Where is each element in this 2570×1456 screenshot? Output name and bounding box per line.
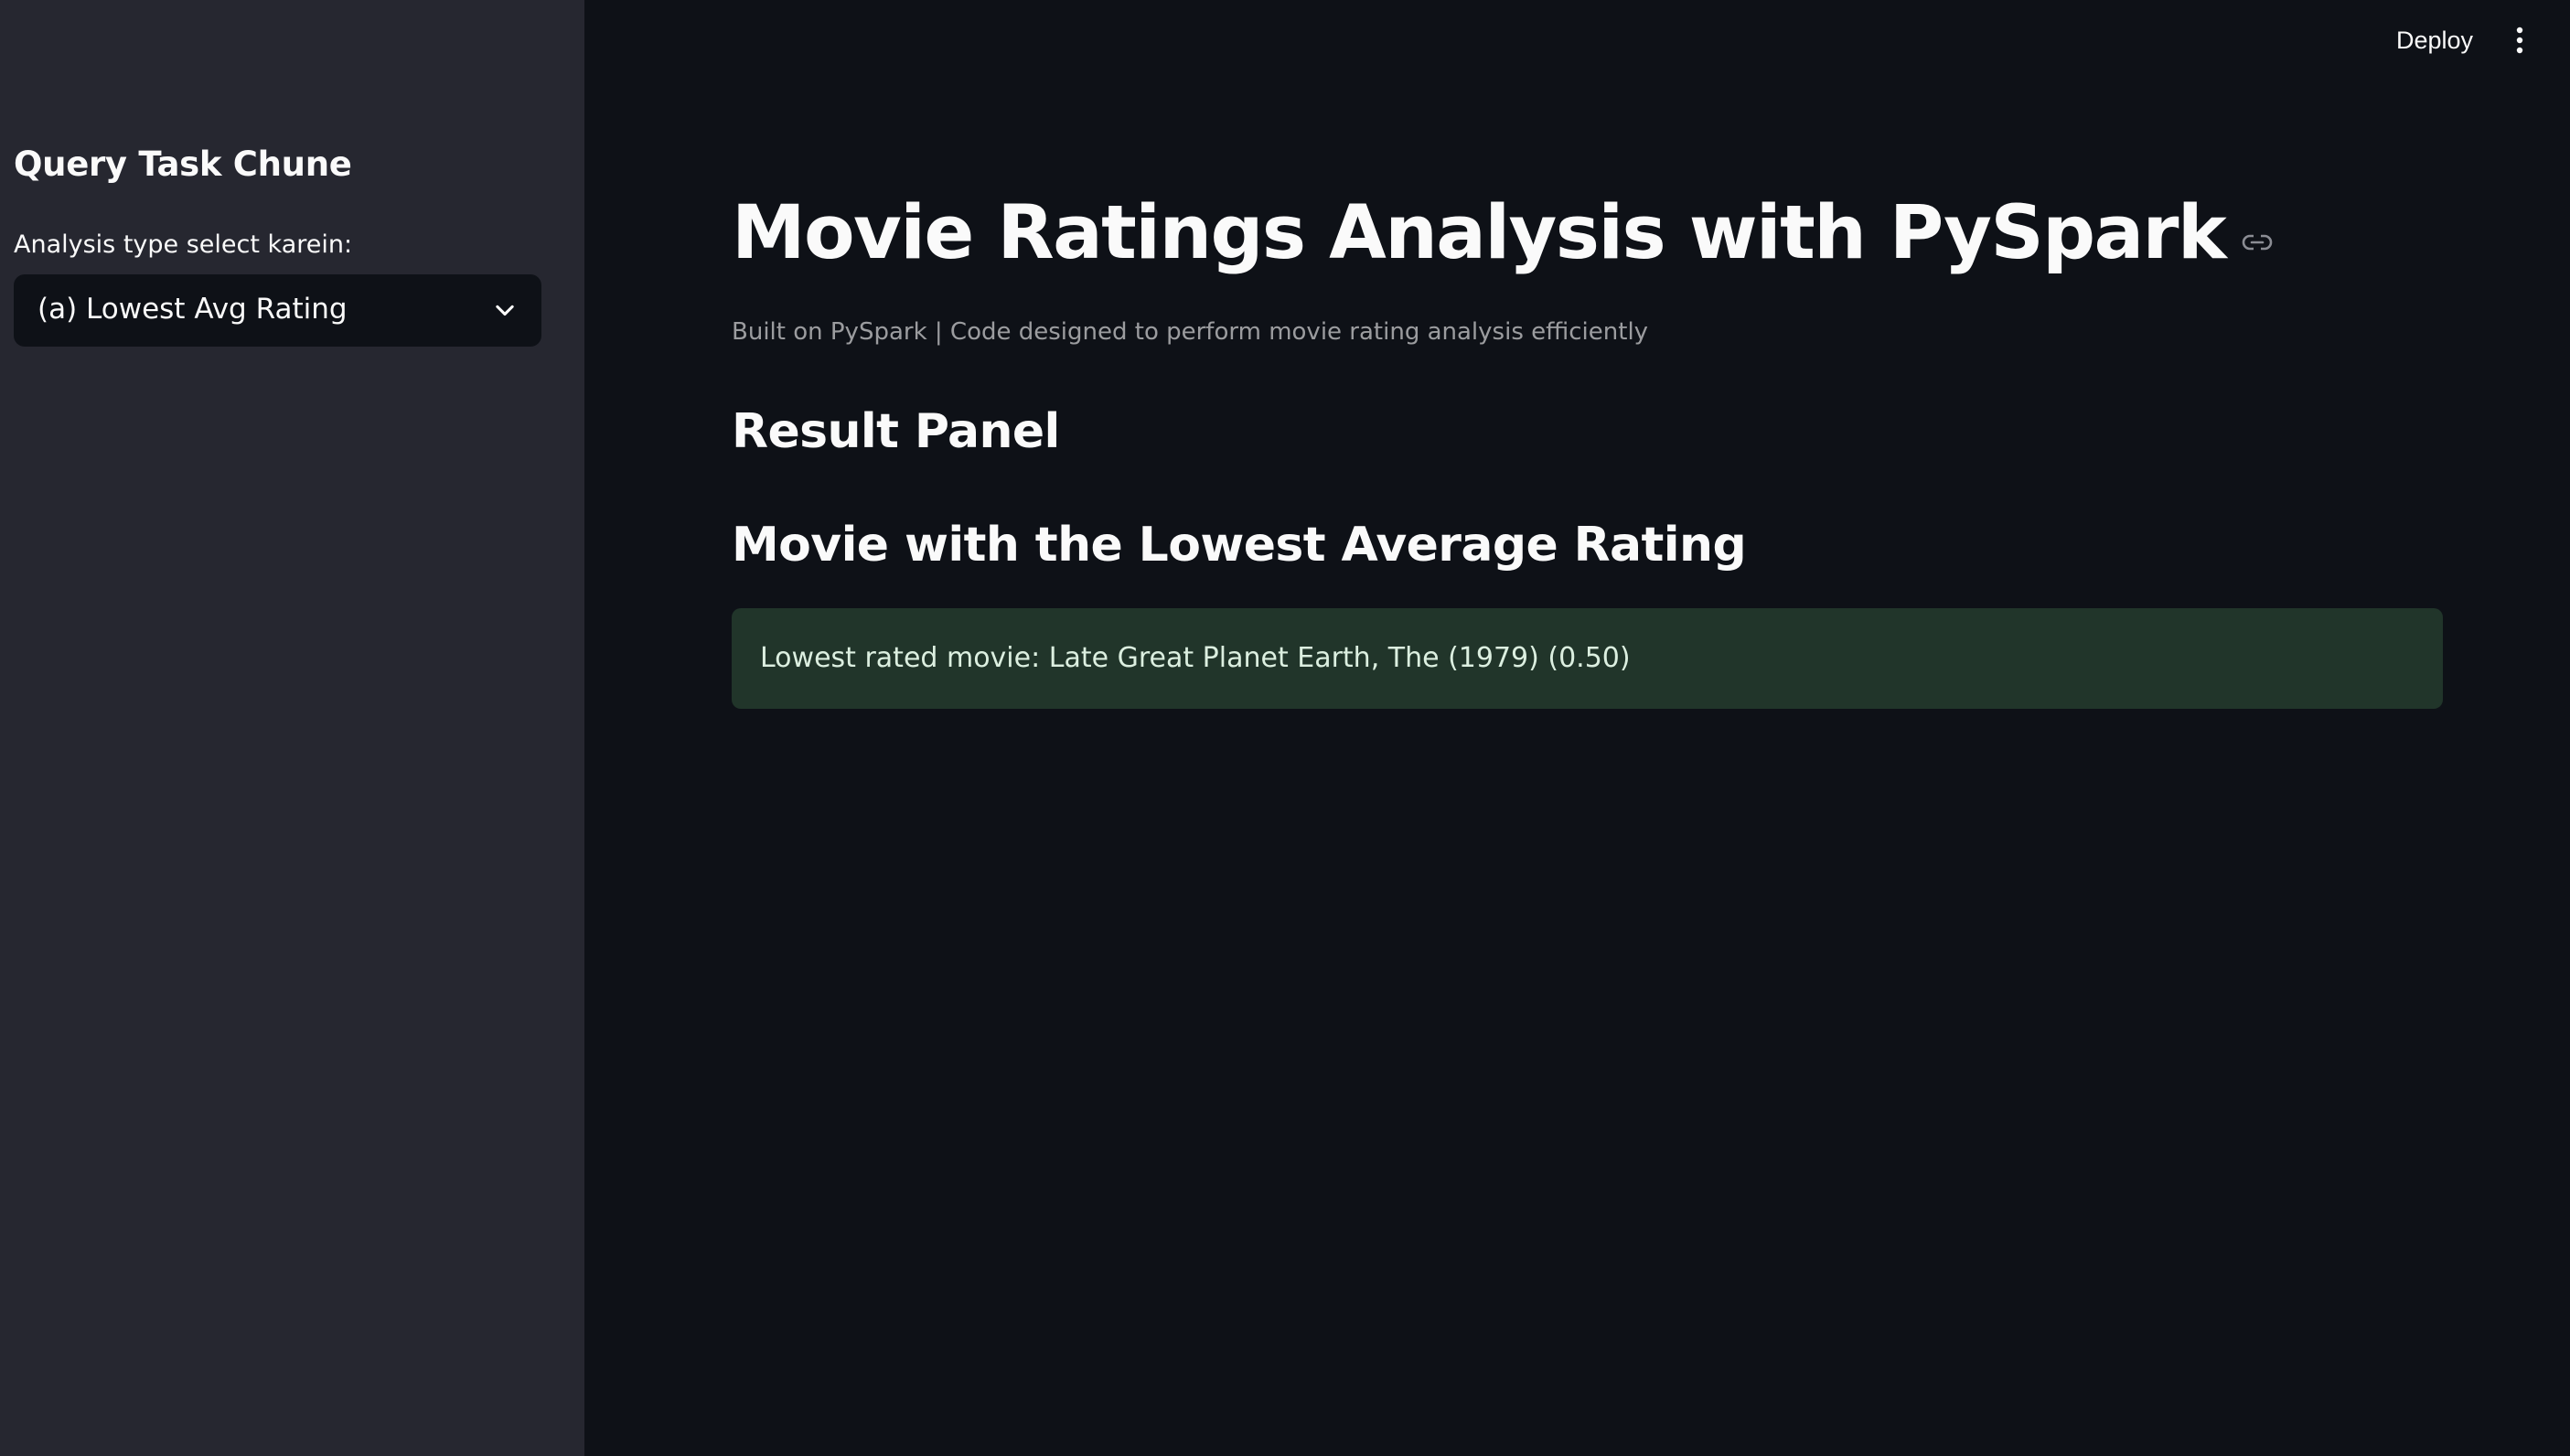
main-menu-button[interactable] (2501, 18, 2538, 62)
app-root: Query Task Chune Analysis type select ka… (0, 0, 2570, 1456)
success-alert: Lowest rated movie: Late Great Planet Ea… (732, 608, 2443, 709)
page-title: Movie Ratings Analysis with PySpark (732, 190, 2227, 276)
deploy-button[interactable]: Deploy (2378, 20, 2491, 60)
title-row: Movie Ratings Analysis with PySpark (732, 190, 2273, 276)
analysis-type-select[interactable]: (a) Lowest Avg Rating (14, 274, 541, 347)
analysis-type-selected-value: (a) Lowest Avg Rating (37, 293, 348, 326)
success-alert-text: Lowest rated movie: Late Great Planet Ea… (760, 642, 1631, 674)
more-vertical-icon (2516, 27, 2523, 54)
result-panel-header: Result Panel (732, 404, 1060, 459)
analysis-type-label: Analysis type select karein: (14, 230, 353, 259)
link-icon[interactable] (2242, 233, 2273, 252)
sidebar-header: Query Task Chune (14, 145, 352, 184)
lowest-rating-subheader: Movie with the Lowest Average Rating (732, 518, 1747, 573)
chevron-down-icon (496, 305, 514, 316)
sidebar: Query Task Chune Analysis type select ka… (0, 0, 584, 1456)
page-caption: Built on PySpark | Code designed to perf… (732, 318, 1649, 346)
